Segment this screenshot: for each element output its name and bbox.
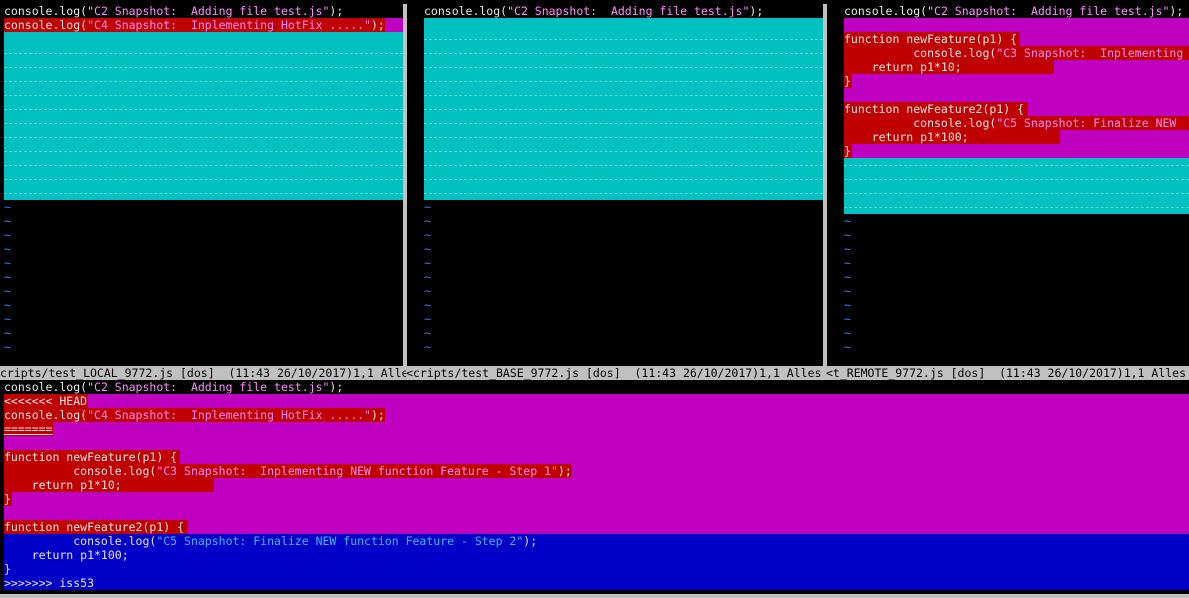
- merged-pane[interactable]: console.log("C2 Snapshot: Adding file te…: [4, 380, 1189, 594]
- base-line-1: console.log("C2 Snapshot: Adding file te…: [424, 4, 764, 18]
- pane-separator-2[interactable]: [823, 4, 827, 366]
- bottom-status-bar: [0, 594, 1189, 598]
- remote-empty-lines: ~ ~ ~ ~ ~ ~ ~ ~ ~ ~: [844, 214, 851, 354]
- merged-f2-close: }: [4, 562, 1189, 576]
- remote-line-1: console.log("C2 Snapshot: Adding file te…: [844, 4, 1184, 18]
- remote-f2-close: }: [844, 144, 1189, 158]
- remote-blank-1: [844, 18, 1189, 32]
- local-filler: [4, 32, 403, 200]
- merged-conflict-tail: >>>>>>> iss53: [4, 576, 1189, 590]
- merged-line-1: console.log("C2 Snapshot: Adding file te…: [4, 380, 344, 394]
- base-filler: [424, 18, 823, 200]
- remote-f1-log: console.log("C3 Snapshot: Inplementing: [844, 46, 1189, 60]
- merged-separator: =======: [4, 422, 1189, 436]
- remote-f1-close: }: [844, 74, 1189, 88]
- merged-f2-log: console.log("C5 Snapshot: Finalize NEW f…: [4, 534, 1189, 548]
- merged-hotfix: console.log("C4 Snapshot: Inplementing H…: [4, 408, 1189, 422]
- remote-status-line: <t_REMOTE_9772.js [dos] (11:43 26/10/201…: [826, 366, 1189, 380]
- local-line-1: console.log("C2 Snapshot: Adding file te…: [4, 4, 344, 18]
- merged-f2: function newFeature2(p1) {: [4, 520, 1189, 534]
- merged-f1-log: console.log("C3 Snapshot: Inplementing N…: [4, 464, 1189, 478]
- merged-f1-return: return p1*10;: [4, 478, 1189, 492]
- merged-f1-close: }: [4, 492, 1189, 506]
- merged-conflict-head: <<<<<<< HEAD: [4, 394, 1189, 408]
- base-status-line: <cripts/test_BASE_9772.js [dos] (11:43 2…: [406, 366, 826, 380]
- local-status-line: cripts/test_LOCAL_9772.js [dos] (11:43 2…: [0, 366, 406, 380]
- remote-f2-log: console.log("C5 Snapshot: Finalize NEW: [844, 116, 1189, 130]
- local-line-2: console.log("C4 Snapshot: Inplementing H…: [4, 18, 403, 32]
- base-pane[interactable]: console.log("C2 Snapshot: Adding file te…: [424, 4, 823, 366]
- merged-blank-1: [4, 436, 1189, 450]
- remote-f1-return: return p1*10;: [844, 60, 1189, 74]
- merged-f2-return: return p1*100;: [4, 548, 1189, 562]
- base-empty-lines: ~ ~ ~ ~ ~ ~ ~ ~ ~ ~ ~: [424, 200, 431, 354]
- remote-pane[interactable]: console.log("C2 Snapshot: Adding file te…: [844, 4, 1189, 366]
- remote-f2-return: return p1*100;: [844, 130, 1189, 144]
- remote-f2: function newFeature2(p1) {: [844, 102, 1189, 116]
- merged-blank-2: [4, 506, 1189, 520]
- merged-f1: function newFeature(p1) {: [4, 450, 1189, 464]
- remote-f1: function newFeature(p1) {: [844, 32, 1189, 46]
- remote-blank-2: [844, 88, 1189, 102]
- remote-filler: [844, 158, 1189, 214]
- local-empty-lines: ~ ~ ~ ~ ~ ~ ~ ~ ~ ~ ~: [4, 200, 11, 354]
- pane-separator-3: [403, 4, 424, 366]
- local-pane[interactable]: console.log("C2 Snapshot: Adding file te…: [4, 4, 403, 366]
